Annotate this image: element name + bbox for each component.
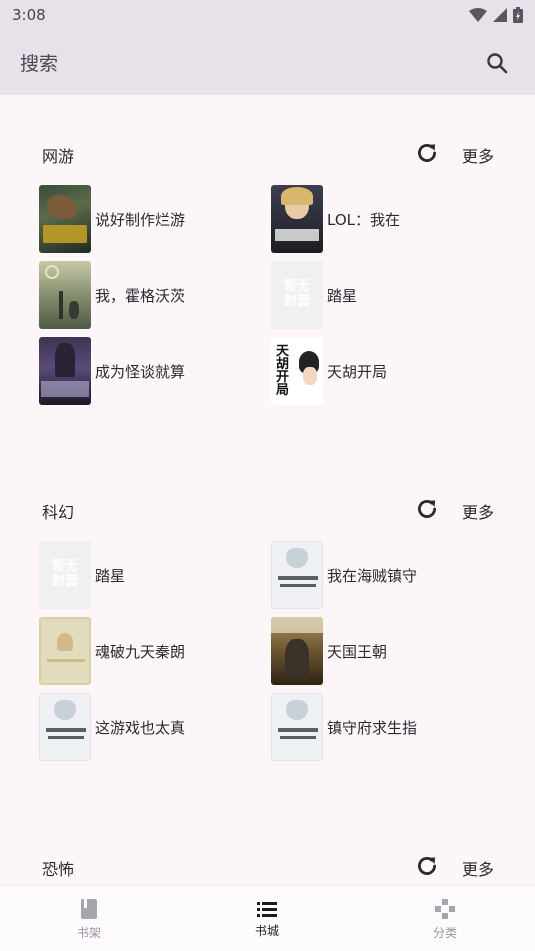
book-cover — [271, 541, 323, 609]
section-header: 科幻 更多 — [0, 491, 535, 527]
search-icon — [487, 52, 508, 73]
book-title: 天国王朝 — [327, 642, 388, 661]
nav-bookstore[interactable]: 书城 — [178, 886, 356, 951]
search-field[interactable]: 搜索 — [20, 49, 58, 76]
book-title: 踏星 — [95, 566, 126, 585]
book-item[interactable]: 我在海贼镇守 — [271, 541, 491, 609]
section-title: 恐怖 — [42, 860, 75, 879]
book-title: 镇守府求生指 — [327, 718, 418, 737]
book-cover — [39, 261, 91, 329]
more-button[interactable]: 更多 — [462, 499, 494, 523]
nav-label: 书架 — [76, 925, 101, 940]
book-item[interactable]: LOL：我在 — [271, 185, 491, 253]
book-cover — [39, 693, 91, 761]
book-icon — [81, 898, 97, 919]
book-item[interactable]: 我，霍格沃茨 — [39, 261, 259, 329]
book-cover: 天胡开局 — [271, 337, 323, 405]
more-button[interactable]: 更多 — [462, 856, 494, 880]
book-cover: 暂无 封面 — [39, 541, 91, 609]
book-item[interactable]: 这游戏也太真 — [39, 693, 259, 761]
more-button[interactable]: 更多 — [462, 143, 494, 167]
book-item[interactable]: 暂无 封面 踏星 — [39, 541, 259, 609]
book-title: 天胡开局 — [327, 362, 388, 381]
book-title: LOL：我在 — [327, 210, 400, 229]
book-title: 踏星 — [327, 286, 358, 305]
nav-label: 书城 — [254, 923, 279, 938]
category-icon — [435, 898, 455, 919]
book-item[interactable]: 成为怪谈就算 — [39, 337, 259, 405]
section-title: 科幻 — [42, 503, 75, 522]
book-cover — [39, 337, 91, 405]
book-cover — [271, 185, 323, 253]
nav-category[interactable]: 分类 — [356, 886, 534, 951]
refresh-icon[interactable] — [414, 140, 440, 166]
battery-icon — [513, 7, 523, 23]
section-title: 网游 — [42, 147, 75, 166]
bottom-navigation: 书架 书城 分类 — [0, 885, 535, 951]
book-item[interactable]: 天胡开局 天胡开局 — [271, 337, 491, 405]
status-time: 3:08 — [12, 6, 46, 24]
book-item[interactable]: 天国王朝 — [271, 617, 491, 685]
status-icons — [469, 7, 523, 23]
book-title: 魂破九天秦朗 — [95, 642, 186, 661]
book-title: 我在海贼镇守 — [327, 566, 418, 585]
search-button[interactable] — [479, 45, 515, 81]
book-cover: 暂无 封面 — [271, 261, 323, 329]
book-item[interactable]: 暂无 封面 踏星 — [271, 261, 491, 329]
wifi-icon — [469, 8, 487, 22]
book-cover — [271, 617, 323, 685]
book-title: 这游戏也太真 — [95, 718, 186, 737]
nav-bookshelf[interactable]: 书架 — [0, 886, 178, 951]
book-item[interactable]: 镇守府求生指 — [271, 693, 491, 761]
book-item[interactable]: 说好制作烂游 — [39, 185, 259, 253]
bookstore-content[interactable]: 网游 更多 说好制作烂游 LOL：我在 我，霍格沃茨 暂无 封面 踏星 成为怪谈… — [0, 95, 535, 885]
signal-icon — [493, 8, 507, 22]
book-title: 成为怪谈就算 — [95, 362, 186, 381]
book-cover — [39, 185, 91, 253]
nav-label: 分类 — [432, 925, 457, 940]
book-cover — [39, 617, 91, 685]
status-bar: 3:08 — [0, 0, 535, 30]
list-icon — [257, 901, 277, 917]
book-cover — [271, 693, 323, 761]
refresh-icon[interactable] — [414, 496, 440, 522]
section-header: 恐怖 更多 — [0, 848, 535, 884]
section-header: 网游 更多 — [0, 135, 535, 171]
book-title: 说好制作烂游 — [95, 210, 186, 229]
refresh-icon[interactable] — [414, 853, 440, 879]
book-title: 我，霍格沃茨 — [95, 286, 186, 305]
book-item[interactable]: 魂破九天秦朗 — [39, 617, 259, 685]
app-bar: 搜索 — [0, 30, 535, 95]
